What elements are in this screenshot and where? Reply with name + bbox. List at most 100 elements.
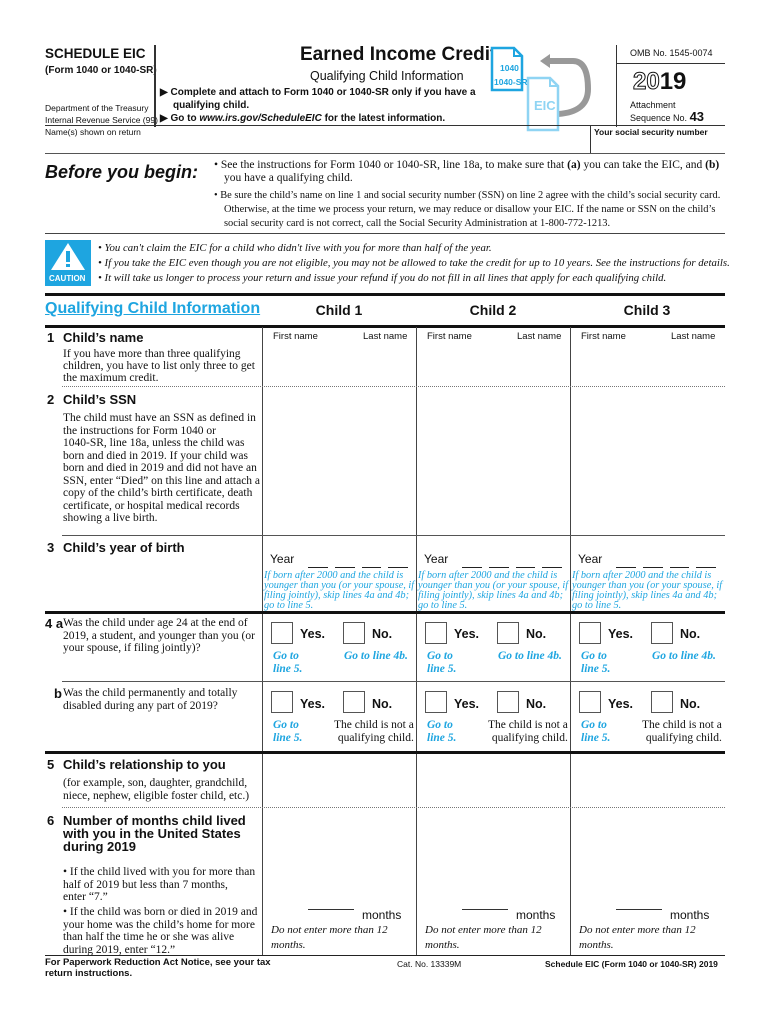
caution-item-3: • It will take us longer to process your… [98, 272, 667, 284]
child-2-4a-no-checkbox[interactable] [497, 622, 519, 644]
child-3-year-digits[interactable] [616, 556, 716, 568]
child-2-ssn-field[interactable] [418, 390, 568, 532]
child-3-name-field[interactable] [572, 345, 722, 383]
child-3-4a-no-checkbox[interactable] [651, 622, 673, 644]
line-1-bottom-rule [62, 386, 725, 387]
child-1-4b-yes-checkbox[interactable] [271, 691, 293, 713]
child-1-year-note: If born after 2000 and the child is young… [264, 570, 415, 611]
child-3-4b-no-checkbox[interactable] [651, 691, 673, 713]
column-divider-2 [416, 327, 417, 955]
caution-top-rule [45, 233, 725, 234]
child-1-year-digits[interactable] [308, 556, 408, 568]
child-3-4a-goto-line5: Go to line 5. [581, 650, 611, 675]
caution-item-1: • You can't claim the EIC for a child wh… [98, 242, 492, 254]
line-1-note-2: children, you have to list only three to… [63, 360, 255, 372]
before-bullet-1-text2: you can take the EIC, and [580, 159, 706, 171]
child-2-year-label: Year [424, 552, 449, 566]
line-3-title: Child’s year of birth [63, 540, 185, 555]
child-2-4a-yes-checkbox[interactable] [425, 622, 447, 644]
line-6-bullet-2-l2: your home was the child’s home for more [63, 918, 255, 931]
child-2-relationship-field[interactable] [418, 756, 568, 806]
line-4b-text-1: Was the child permanently and totally [63, 687, 238, 699]
child-3-months-label: months [670, 908, 710, 922]
footer-form-id: Schedule EIC (Form 1040 or 1040-SR) 2019 [545, 959, 718, 969]
child-2-4b-yes-checkbox[interactable] [425, 691, 447, 713]
before-bullet-1-a: (a) [567, 159, 581, 171]
line-4b-number: b [54, 686, 62, 701]
warning-triangle-icon [51, 243, 85, 270]
column-header-child-3: Child 3 [623, 302, 671, 318]
line-1-title: Child’s name [63, 330, 144, 345]
before-bullet-1-text: • See the instructions for Form 1040 or … [214, 159, 568, 171]
tax-year-bold: 19 [659, 68, 687, 95]
line-5-note-1: (for example, son, daughter, grandchild, [63, 777, 248, 789]
line-5-note-2: niece, nephew, eligible foster child, et… [63, 789, 250, 802]
child-1-months-field[interactable] [308, 909, 354, 910]
child-2-4a-goto-4b: Go to line 4b. [498, 650, 562, 662]
child-1-ssn-field[interactable] [264, 390, 414, 532]
line-2-title: Child’s SSN [63, 392, 137, 407]
tax-year-outline: 20 [633, 68, 661, 96]
child-3-4b-not-qualifying: The child is not a qualifying child. [642, 719, 722, 744]
sequence-text: Sequence No. [630, 113, 688, 123]
instruction-attach-cont: qualifying child. [173, 100, 250, 111]
irs-link[interactable]: www.irs.gov/ScheduleEIC [199, 113, 321, 124]
column-divider-1 [262, 327, 263, 955]
before-bullet-2-l2: Otherwise, at the time we process your r… [224, 204, 716, 215]
child-3-4b-yes-label: Yes. [608, 697, 634, 711]
omb-number: OMB No. 1545-0074 [630, 48, 713, 58]
child-2-4b-no-checkbox[interactable] [497, 691, 519, 713]
line-1-note-1: If you have more than three qualifying [63, 348, 241, 360]
line-2-number: 2 [47, 392, 55, 407]
child-2-name-field[interactable] [418, 345, 568, 383]
icon-label-1040: 1040 [500, 63, 519, 73]
line-5-title: Child’s relationship to you [63, 757, 226, 772]
child-3-year-label: Year [578, 552, 603, 566]
icon-label-1040sr: 1040-SR [494, 77, 528, 87]
child-3-4a-yes-checkbox[interactable] [579, 622, 601, 644]
instruction-attach: ▶ Complete and attach to Form 1040 or 10… [160, 87, 476, 98]
sequence-label: Sequence No. 43 [630, 109, 704, 124]
before-top-rule [45, 153, 725, 154]
child-3-4a-goto-4b: Go to line 4b. [652, 650, 716, 662]
header-divider-left [154, 45, 156, 127]
child-3-relationship-field[interactable] [572, 756, 722, 806]
sequence-number: 43 [689, 109, 705, 124]
child-3-year-note: If born after 2000 and the child is young… [572, 570, 723, 611]
child-1-4b-no-checkbox[interactable] [343, 691, 365, 713]
child-1-months-label: months [362, 908, 402, 922]
child-1-relationship-field[interactable] [264, 756, 414, 806]
child-1-4a-no-checkbox[interactable] [343, 622, 365, 644]
child-3-last-name-label: Last name [671, 331, 716, 342]
line-6-bullet-2-l3: than half the time he or she was alive [63, 931, 235, 943]
child-2-year-digits[interactable] [462, 556, 562, 568]
omb-divider [617, 63, 725, 64]
before-bullet-1-b: (b) [705, 159, 720, 171]
ssn-label: Your social security number [594, 127, 708, 137]
child-1-4a-yes-checkbox[interactable] [271, 622, 293, 644]
before-bullet-2-l3: social security card is not correct, cal… [224, 218, 611, 229]
child-3-4a-no-label: No. [680, 627, 701, 641]
line-2-note-8: certificate, or hospital medical records [63, 499, 240, 512]
before-bullet-1: • See the instructions for Form 1040 or … [214, 158, 719, 172]
ssn-field[interactable] [594, 138, 724, 152]
child-2-months-field[interactable] [462, 909, 508, 910]
child-3-4b-no-label: No. [680, 697, 701, 711]
child-1-4b-no-label: No. [372, 697, 393, 711]
before-bullet-2-l1: • Be sure the child’s name on line 1 and… [214, 190, 721, 201]
ssn-divider [590, 125, 591, 153]
child-3-4b-yes-checkbox[interactable] [579, 691, 601, 713]
child-3-ssn-field[interactable] [572, 390, 722, 532]
child-2-months-note: Do not enter more than 12 months. [425, 924, 542, 951]
child-2-4a-goto-line5: Go to line 5. [427, 650, 457, 675]
caution-item-2: • If you take the EIC even though you ar… [98, 257, 730, 269]
child-3-months-field[interactable] [616, 909, 662, 910]
child-1-months-note: Do not enter more than 12 months. [271, 924, 388, 951]
child-2-4a-no-label: No. [526, 627, 547, 641]
column-header-child-2: Child 2 [469, 302, 517, 318]
department-label: Department of the Treasury [45, 103, 149, 113]
name-field[interactable] [45, 138, 585, 152]
line-3-number: 3 [47, 540, 55, 555]
child-1-name-field[interactable] [264, 345, 414, 383]
line-4a-text-1: Was the child under age 24 at the end of [63, 617, 248, 629]
